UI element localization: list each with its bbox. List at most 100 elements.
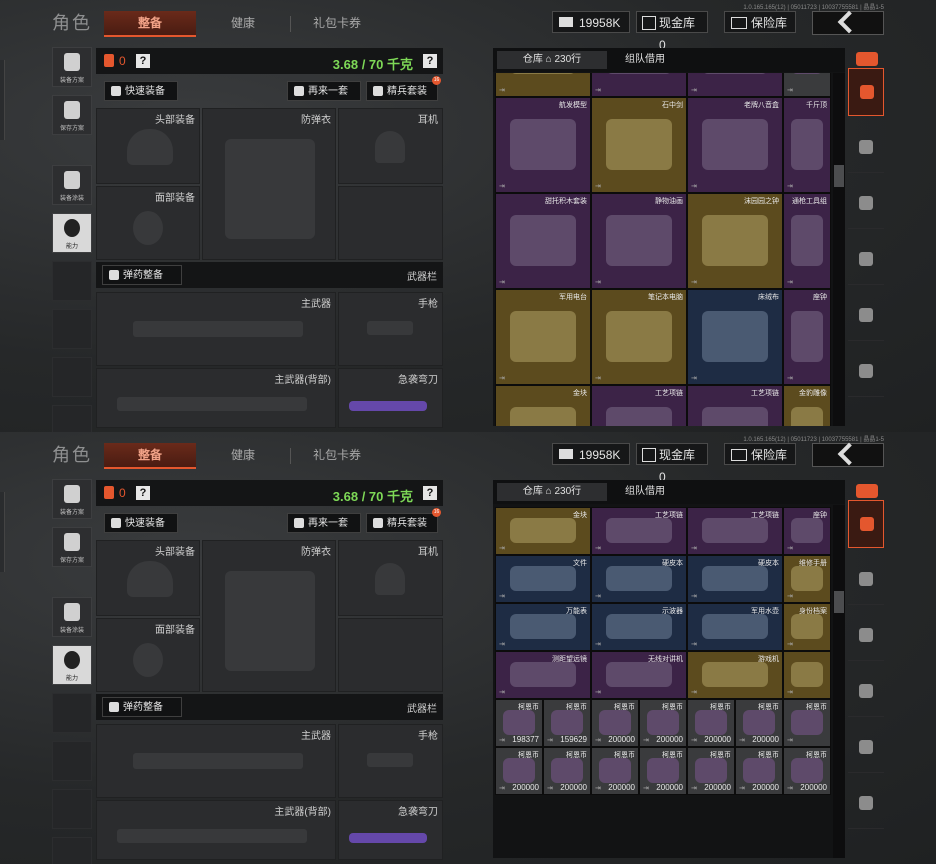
storage-item[interactable]: ⇥ <box>687 73 783 97</box>
tab-gift-coupons[interactable]: 礼包卡券 <box>294 443 380 467</box>
storage-item[interactable]: 柯恩币 200000 ⇥ <box>687 699 735 747</box>
elite-set-button[interactable]: 精兵套装 16 <box>366 76 441 101</box>
storage-item[interactable]: 示波器 ⇥ <box>591 603 687 651</box>
storage-item[interactable]: 硬皮本 ⇥ <box>687 555 783 603</box>
storage-item[interactable]: 游戏机 ⇥ <box>687 651 783 699</box>
storage-item[interactable]: 金豹雕像⇥ <box>783 385 831 426</box>
storage-item[interactable]: 柯恩币 ⇥ <box>783 699 831 747</box>
storage-item[interactable]: 测距望远镜 ⇥ <box>495 651 591 699</box>
storage-item[interactable]: 硬皮本 ⇥ <box>591 555 687 603</box>
sidebar-item-paint[interactable]: 装备涂装 <box>52 165 92 205</box>
tab-team-borrow[interactable]: 组队借用 <box>607 51 683 69</box>
ammo-button[interactable]: 弹药整备 <box>102 265 182 285</box>
storage-item[interactable]: 身份档案 ⇥ <box>783 603 831 651</box>
storage-item[interactable]: 万能表 ⇥ <box>495 603 591 651</box>
category-bottle[interactable] <box>848 292 884 341</box>
cash-vault-button[interactable]: 现金库 0 <box>636 11 708 52</box>
sidebar-item-save-plan[interactable]: 保存方案 <box>52 527 92 567</box>
category-armor[interactable] <box>848 780 884 829</box>
back-button[interactable] <box>812 10 884 35</box>
storage-item[interactable]: 静物油画 ⇥ <box>591 193 687 289</box>
sidebar-item-ability[interactable]: 能力 <box>52 645 92 685</box>
quick-equip-button[interactable]: 快速装备 <box>104 513 178 533</box>
storage-item[interactable]: 工艺项链⇥ <box>591 507 687 555</box>
category-helmet[interactable] <box>848 556 884 605</box>
scroll-thumb[interactable] <box>834 165 844 187</box>
elite-set-button[interactable]: 精兵套装 16 <box>366 508 441 533</box>
storage-item[interactable]: 柯恩币 200000 ⇥ <box>783 747 831 795</box>
storage-item[interactable]: 柯恩币 200000 ⇥ <box>735 699 783 747</box>
scroll-thumb[interactable] <box>834 591 844 613</box>
storage-item[interactable]: 柯恩币 200000 ⇥ <box>639 699 687 747</box>
storage-item[interactable]: 沫园园之钟 ⇥ <box>687 193 783 289</box>
equip-again-button[interactable]: 再来一套 <box>287 513 361 533</box>
storage-scrollbar[interactable] <box>833 505 845 858</box>
storage-item[interactable]: 老牌八音盒 ⇥ <box>687 97 783 193</box>
storage-item[interactable]: ⇥ <box>783 651 831 699</box>
category-all[interactable] <box>848 68 884 116</box>
tab-gift-coupons[interactable]: 礼包卡券 <box>294 11 380 35</box>
storage-item[interactable]: 军用电台 ⇥ <box>495 289 591 385</box>
weight-help-icon[interactable]: ? <box>423 486 437 500</box>
storage-item[interactable]: 甜托积木套装 ⇥ <box>495 193 591 289</box>
tab-warehouse[interactable]: 仓库 ⌂ 230行 <box>497 51 607 69</box>
category-rifle[interactable] <box>848 180 884 229</box>
slot-body-armor[interactable]: 防弹衣 <box>202 108 336 260</box>
tab-health[interactable]: 健康 <box>200 443 286 467</box>
help-icon[interactable]: ? <box>136 486 150 500</box>
sidebar-item-loadout-plan[interactable]: 装备方案 <box>52 479 92 519</box>
storage-item[interactable]: 柯恩币 200000 ⇥ <box>639 747 687 795</box>
storage-item[interactable]: ⇥ <box>591 73 687 97</box>
category-magazine[interactable] <box>848 236 884 285</box>
slot-knife[interactable]: 急袭弯刀 <box>338 368 443 428</box>
slot-face[interactable]: 面部装备 <box>96 618 200 692</box>
category-rifle[interactable] <box>848 612 884 661</box>
tab-team-borrow[interactable]: 组队借用 <box>607 483 683 501</box>
storage-item[interactable]: 柯恩币 200000 ⇥ <box>591 747 639 795</box>
slot-pistol[interactable]: 手枪 <box>338 724 443 798</box>
storage-item[interactable]: 石中剑 ⇥ <box>591 97 687 193</box>
slot-headset[interactable]: 耳机 <box>338 108 443 184</box>
sidebar-item-ability[interactable]: 能力 <box>52 213 92 253</box>
slot-head[interactable]: 头部装备 <box>96 540 200 616</box>
slot-primary-back[interactable]: 主武器(背部) <box>96 800 336 860</box>
storage-item[interactable]: 柯恩币 200000 ⇥ <box>591 699 639 747</box>
safe-button[interactable]: 保险库 <box>724 443 796 465</box>
storage-item[interactable]: 无线对讲机 ⇥ <box>591 651 687 699</box>
equip-again-button[interactable]: 再来一套 <box>287 81 361 101</box>
storage-item[interactable]: 航发模型 ⇥ <box>495 97 591 193</box>
storage-item[interactable]: 座钟 ⇥ <box>783 289 831 385</box>
slot-empty[interactable] <box>338 618 443 692</box>
storage-item[interactable]: 工艺项链⇥ <box>687 507 783 555</box>
category-magazine[interactable] <box>848 668 884 717</box>
slot-empty[interactable] <box>338 186 443 260</box>
sidebar-item-loadout-plan[interactable]: 装备方案 <box>52 47 92 87</box>
tab-loadout[interactable]: 整备 <box>104 11 196 37</box>
slot-primary-back[interactable]: 主武器(背部) <box>96 368 336 428</box>
storage-item[interactable]: 工艺项链⇥ <box>687 385 783 426</box>
storage-item[interactable]: 维修手册 ⇥ <box>783 555 831 603</box>
storage-item[interactable]: 千斤顶 ⇥ <box>783 97 831 193</box>
storage-item[interactable]: 军用水壶 ⇥ <box>687 603 783 651</box>
category-bottle[interactable] <box>848 724 884 773</box>
storage-item[interactable]: ⇥ <box>783 73 831 97</box>
tab-warehouse[interactable]: 仓库 ⌂ 230行 <box>497 483 607 501</box>
storage-item[interactable]: 通枪工具组 ⇥ <box>783 193 831 289</box>
sort-icon[interactable] <box>856 484 878 498</box>
weight-help-icon[interactable]: ? <box>423 54 437 68</box>
category-helmet[interactable] <box>848 124 884 173</box>
slot-primary[interactable]: 主武器 <box>96 292 336 366</box>
slot-primary[interactable]: 主武器 <box>96 724 336 798</box>
storage-item[interactable]: 金块 ⇥ <box>495 507 591 555</box>
quick-equip-button[interactable]: 快速装备 <box>104 81 178 101</box>
slot-head[interactable]: 头部装备 <box>96 108 200 184</box>
cash-vault-button[interactable]: 现金库 0 <box>636 443 708 484</box>
storage-item[interactable]: 笔记本电脑 ⇥ <box>591 289 687 385</box>
back-button[interactable] <box>812 442 884 467</box>
slot-knife[interactable]: 急袭弯刀 <box>338 800 443 860</box>
storage-item[interactable]: 柯恩币 200000 ⇥ <box>735 747 783 795</box>
storage-item[interactable]: 柯恩币 159629 ⇥ <box>543 699 591 747</box>
sort-icon[interactable] <box>856 52 878 66</box>
storage-item[interactable]: ⇥ <box>495 73 591 97</box>
ammo-button[interactable]: 弹药整备 <box>102 697 182 717</box>
